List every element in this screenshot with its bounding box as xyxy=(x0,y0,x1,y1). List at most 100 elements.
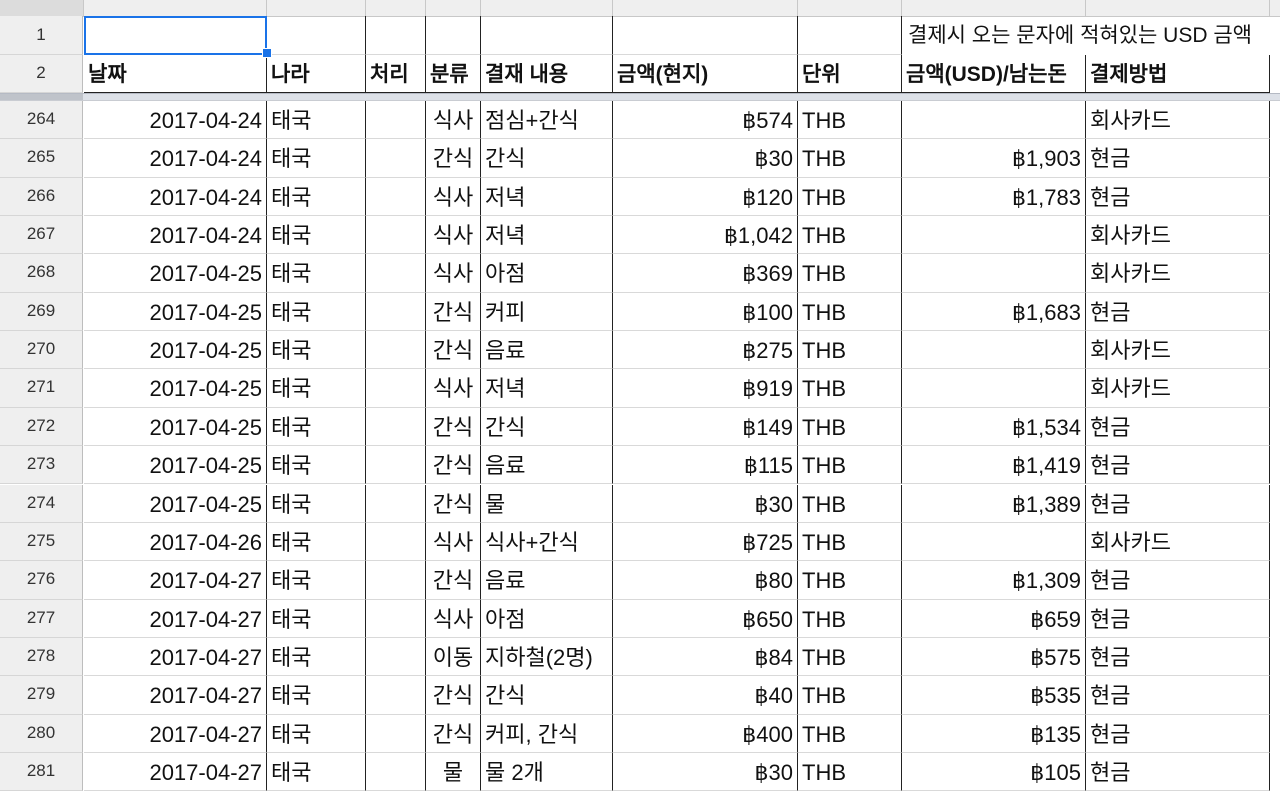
payment-method-cell[interactable]: 현금 xyxy=(1086,407,1270,447)
process-cell[interactable] xyxy=(366,561,426,600)
date-cell[interactable]: 2017-04-25 xyxy=(84,292,267,332)
row-number[interactable]: 278 xyxy=(0,637,83,677)
unit-cell[interactable]: THB xyxy=(798,752,902,792)
header-country[interactable]: 나라 xyxy=(267,55,366,93)
description-cell[interactable]: 식사+간식 xyxy=(481,522,613,562)
unit-cell[interactable]: THB xyxy=(798,561,902,600)
country-cell[interactable]: 태국 xyxy=(267,446,366,485)
payment-method-cell[interactable]: 현금 xyxy=(1086,177,1270,217)
date-cell[interactable]: 2017-04-24 xyxy=(84,101,267,140)
payment-method-cell[interactable]: 현금 xyxy=(1086,561,1270,600)
unit-cell[interactable]: THB xyxy=(798,101,902,140)
amount-local-cell[interactable]: ฿400 xyxy=(613,714,798,753)
process-cell[interactable] xyxy=(366,292,426,332)
column-header-a[interactable] xyxy=(84,0,267,16)
header-date[interactable]: 날짜 xyxy=(84,55,267,93)
row-number[interactable]: 277 xyxy=(0,599,83,638)
cell[interactable] xyxy=(481,16,613,55)
description-cell[interactable]: 음료 xyxy=(481,446,613,485)
column-header-g[interactable] xyxy=(798,0,902,16)
category-cell[interactable]: 식사 xyxy=(426,177,481,217)
country-cell[interactable]: 태국 xyxy=(267,101,366,140)
description-cell[interactable]: 지하철(2명) xyxy=(481,637,613,677)
description-cell[interactable]: 저녁 xyxy=(481,177,613,217)
row-number[interactable]: 275 xyxy=(0,522,83,562)
process-cell[interactable] xyxy=(366,752,426,792)
process-cell[interactable] xyxy=(366,177,426,217)
process-cell[interactable] xyxy=(366,714,426,753)
amount-local-cell[interactable]: ฿115 xyxy=(613,446,798,485)
country-cell[interactable]: 태국 xyxy=(267,139,366,178)
category-cell[interactable]: 식사 xyxy=(426,216,481,255)
amount-usd-cell[interactable]: ฿1,309 xyxy=(902,561,1086,600)
payment-method-cell[interactable]: 현금 xyxy=(1086,484,1270,523)
header-payment-method[interactable]: 결제방법 xyxy=(1086,55,1270,93)
row-number[interactable]: 269 xyxy=(0,292,83,332)
country-cell[interactable]: 태국 xyxy=(267,637,366,677)
amount-local-cell[interactable]: ฿725 xyxy=(613,522,798,562)
amount-usd-cell[interactable]: ฿135 xyxy=(902,714,1086,753)
country-cell[interactable]: 태국 xyxy=(267,599,366,638)
row-number[interactable]: 274 xyxy=(0,484,83,523)
category-cell[interactable]: 간식 xyxy=(426,139,481,178)
description-cell[interactable]: 커피 xyxy=(481,292,613,332)
header-process[interactable]: 처리 xyxy=(366,55,426,93)
description-cell[interactable]: 점심+간식 xyxy=(481,101,613,140)
date-cell[interactable]: 2017-04-27 xyxy=(84,676,267,715)
amount-local-cell[interactable]: ฿120 xyxy=(613,177,798,217)
description-cell[interactable]: 간식 xyxy=(481,407,613,447)
row-number[interactable]: 279 xyxy=(0,676,83,715)
process-cell[interactable] xyxy=(366,101,426,140)
process-cell[interactable] xyxy=(366,331,426,370)
country-cell[interactable]: 태국 xyxy=(267,484,366,523)
description-cell[interactable]: 커피, 간식 xyxy=(481,714,613,753)
payment-method-cell[interactable]: 현금 xyxy=(1086,599,1270,638)
amount-usd-cell[interactable]: ฿105 xyxy=(902,752,1086,792)
category-cell[interactable]: 식사 xyxy=(426,522,481,562)
process-cell[interactable] xyxy=(366,522,426,562)
header-category[interactable]: 분류 xyxy=(426,55,481,93)
unit-cell[interactable]: THB xyxy=(798,484,902,523)
amount-local-cell[interactable]: ฿30 xyxy=(613,484,798,523)
column-header-c[interactable] xyxy=(366,0,426,16)
frozen-rows-divider[interactable] xyxy=(0,93,1280,101)
column-header-b[interactable] xyxy=(267,0,366,16)
usd-note-cell[interactable]: 결제시 오는 문자에 적혀있는 USD 금액 xyxy=(902,16,1252,55)
process-cell[interactable] xyxy=(366,484,426,523)
category-cell[interactable]: 식사 xyxy=(426,369,481,408)
amount-usd-cell[interactable]: ฿1,534 xyxy=(902,407,1086,447)
amount-local-cell[interactable]: ฿369 xyxy=(613,254,798,293)
country-cell[interactable]: 태국 xyxy=(267,676,366,715)
column-header-f[interactable] xyxy=(613,0,798,16)
header-amount-usd[interactable]: 금액(USD)/남는돈 xyxy=(902,55,1086,93)
category-cell[interactable]: 간식 xyxy=(426,407,481,447)
payment-method-cell[interactable]: 회사카드 xyxy=(1086,522,1270,562)
process-cell[interactable] xyxy=(366,254,426,293)
category-cell[interactable]: 식사 xyxy=(426,599,481,638)
amount-usd-cell[interactable] xyxy=(902,331,1086,370)
description-cell[interactable]: 아점 xyxy=(481,599,613,638)
payment-method-cell[interactable]: 회사카드 xyxy=(1086,101,1270,140)
amount-local-cell[interactable]: ฿30 xyxy=(613,139,798,178)
row-number[interactable]: 276 xyxy=(0,561,83,600)
payment-method-cell[interactable]: 회사카드 xyxy=(1086,331,1270,370)
country-cell[interactable]: 태국 xyxy=(267,216,366,255)
amount-usd-cell[interactable] xyxy=(902,254,1086,293)
row-number[interactable]: 265 xyxy=(0,139,83,178)
country-cell[interactable]: 태국 xyxy=(267,407,366,447)
payment-method-cell[interactable]: 회사카드 xyxy=(1086,254,1270,293)
date-cell[interactable]: 2017-04-24 xyxy=(84,216,267,255)
description-cell[interactable]: 간식 xyxy=(481,676,613,715)
unit-cell[interactable]: THB xyxy=(798,292,902,332)
row-number[interactable]: 266 xyxy=(0,177,83,217)
payment-method-cell[interactable]: 회사카드 xyxy=(1086,216,1270,255)
fill-handle[interactable] xyxy=(262,48,272,58)
row-number[interactable]: 2 xyxy=(0,55,83,93)
unit-cell[interactable]: THB xyxy=(798,177,902,217)
date-cell[interactable]: 2017-04-25 xyxy=(84,407,267,447)
payment-method-cell[interactable]: 현금 xyxy=(1086,446,1270,485)
amount-local-cell[interactable]: ฿919 xyxy=(613,369,798,408)
payment-method-cell[interactable]: 현금 xyxy=(1086,752,1270,792)
category-cell[interactable]: 간식 xyxy=(426,484,481,523)
unit-cell[interactable]: THB xyxy=(798,369,902,408)
